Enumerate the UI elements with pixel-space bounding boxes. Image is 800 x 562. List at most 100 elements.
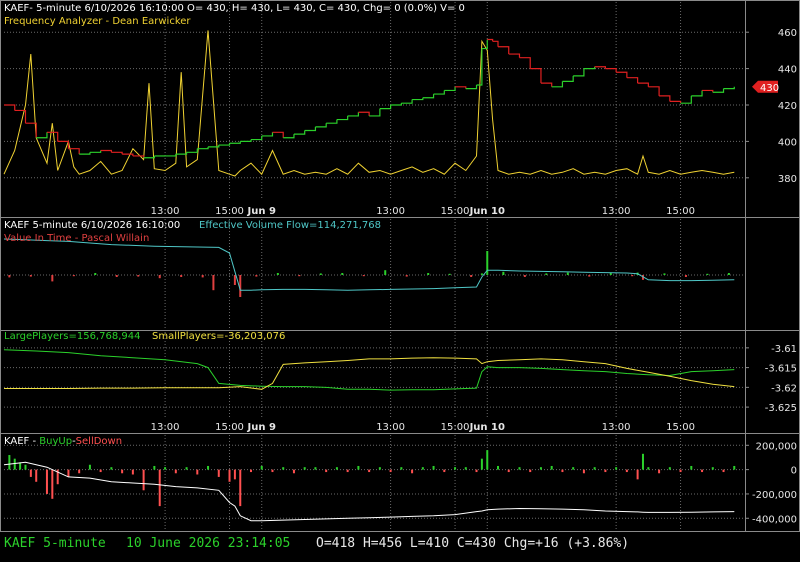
buyup-bar-60 xyxy=(582,469,585,474)
price-step-31 xyxy=(326,119,338,124)
selldown-label: SellDown xyxy=(76,436,122,447)
price-tick-label-4: 460 xyxy=(778,28,797,39)
buyup-bar-6 xyxy=(45,469,48,494)
buyup-bar-32 xyxy=(292,469,295,474)
buyup-bar-14 xyxy=(121,469,124,474)
price-y-axis: 380 400 420 440 460 xyxy=(745,28,797,185)
price-series xyxy=(4,38,735,159)
price-step-55 xyxy=(562,75,574,82)
value-in-time-bar-37 xyxy=(706,273,709,275)
price-step-65 xyxy=(669,100,682,104)
value-in-time-bar-17 xyxy=(341,273,344,275)
frequency-analyzer-label: Frequency Analyzer - Dean Earwicker xyxy=(4,16,191,27)
price-step-46 xyxy=(481,39,488,50)
price-step-37 xyxy=(390,103,402,106)
price-step-14 xyxy=(143,155,155,159)
price-step-23 xyxy=(240,139,252,142)
price-step-54 xyxy=(551,81,564,88)
price-step-59 xyxy=(605,68,617,73)
price-step-48 xyxy=(492,40,499,47)
buyup-bar-59 xyxy=(572,467,575,470)
time-label-2: Jun 9 xyxy=(247,206,276,217)
value-in-time-bar-23 xyxy=(470,275,473,277)
price-step-38 xyxy=(401,99,413,104)
chart-canvas[interactable]: 380 400 420 440 460 430 KAEF- 5-minute 6/10/… xyxy=(0,0,800,562)
price-step-40 xyxy=(422,94,435,99)
buyup-bar-25 xyxy=(228,469,231,482)
status-datetime: 10 June 2026 23:14:05 xyxy=(126,536,291,551)
price-gridlines xyxy=(4,2,745,200)
buyup-bar-41 xyxy=(389,469,392,473)
chart-window: 380 400 420 440 460 430 KAEF- 5-minute 6/10/… xyxy=(0,0,800,562)
price-step-29 xyxy=(304,126,317,132)
value-in-time-bar-21 xyxy=(427,273,430,275)
buyup-bar-21 xyxy=(185,467,188,470)
buyup-bar-1 xyxy=(13,458,16,470)
value-in-time-bar-8 xyxy=(180,275,183,277)
buyup-bar-18 xyxy=(158,469,161,507)
buyup-y-axis: 200,000 0 -200,000 -400,000 xyxy=(745,441,797,525)
buyup-bar-3 xyxy=(24,464,27,470)
price-step-70 xyxy=(723,86,735,90)
value-in-time-bar-28 xyxy=(545,273,548,275)
buyup-bar-11 xyxy=(88,464,91,470)
players-panel[interactable]: -3.61 -3.615 -3.62 -3.625 LargePlayers=156,… xyxy=(3,331,797,433)
time-label-7: 15:00 xyxy=(666,206,695,217)
buyup-bar-66 xyxy=(641,453,644,470)
value-in-time-bar-26 xyxy=(502,271,505,275)
value-in-time-bar-11 xyxy=(233,275,236,285)
buyup-bar-19 xyxy=(164,467,167,470)
buyup-bar-49 xyxy=(475,469,478,473)
price-step-33 xyxy=(347,112,359,117)
buyup-bar-73 xyxy=(711,467,714,470)
price-step-19 xyxy=(197,146,209,150)
price-step-56 xyxy=(573,68,585,77)
buyup-bar-29 xyxy=(260,465,263,470)
price-step-47 xyxy=(487,38,494,42)
time-label-1: 15:00 xyxy=(215,206,244,217)
price-step-66 xyxy=(680,95,692,104)
price-step-67 xyxy=(691,90,703,97)
price-step-61 xyxy=(626,77,639,84)
value-in-time-bar-4 xyxy=(94,273,97,275)
price-step-24 xyxy=(251,135,263,141)
price-step-50 xyxy=(508,53,521,58)
price-step-28 xyxy=(293,130,306,135)
buyup-bar-44 xyxy=(421,467,424,470)
players-tick-label-0: -3.61 xyxy=(771,344,797,355)
players-tick-label-2: -3.62 xyxy=(771,383,797,394)
price-panel[interactable]: 380 400 420 440 460 430 KAEF- 5-minute 6/10/… xyxy=(3,2,797,217)
buyup-bar-37 xyxy=(346,469,349,473)
buyup-bar-70 xyxy=(679,469,682,473)
buyup-bar-40 xyxy=(378,467,381,470)
time-label-6: 13:00 xyxy=(602,206,631,217)
value-in-time-bar-5 xyxy=(115,275,118,277)
buyup-tick-label-2: -200,000 xyxy=(752,490,797,501)
buyup-bar-30 xyxy=(271,469,274,473)
buyup-bar-26 xyxy=(233,469,236,480)
value-in-time-bar-24 xyxy=(480,273,483,275)
evf-panel[interactable]: KAEF 5-minute 6/10/2026 16:10:00 Effecti… xyxy=(3,219,745,330)
buyup-label: BuyUp xyxy=(39,436,72,447)
buyup-bar-42 xyxy=(400,467,403,470)
value-in-time-bar-27 xyxy=(523,275,526,277)
price-tick-label-1: 400 xyxy=(778,137,797,148)
buyup-selldown-panel[interactable]: 200,000 0 -200,000 -400,000 KAEF - BuyUp-Se… xyxy=(3,435,797,530)
price-step-1 xyxy=(4,104,16,111)
buyup-bar-47 xyxy=(454,467,457,470)
buyup-header: KAEF - BuyUp-SellDown xyxy=(4,436,122,447)
players-tick-label-3: -3.625 xyxy=(765,403,797,414)
buyup-bar-23 xyxy=(207,465,210,470)
buyup-bar-15 xyxy=(131,469,134,475)
buyup-bar-43 xyxy=(411,469,414,474)
price-step-42 xyxy=(444,86,456,92)
buyup-bar-51 xyxy=(486,450,489,470)
buyup-bar-74 xyxy=(722,469,725,473)
buyup-tick-label-3: -400,000 xyxy=(752,514,797,525)
buyup-bar-38 xyxy=(357,465,360,470)
value-in-time-bar-19 xyxy=(384,270,387,275)
price-step-11 xyxy=(111,151,123,155)
price-step-36 xyxy=(379,105,392,110)
buyup-bar-17 xyxy=(153,465,156,470)
value-in-time-bar-30 xyxy=(588,275,591,277)
